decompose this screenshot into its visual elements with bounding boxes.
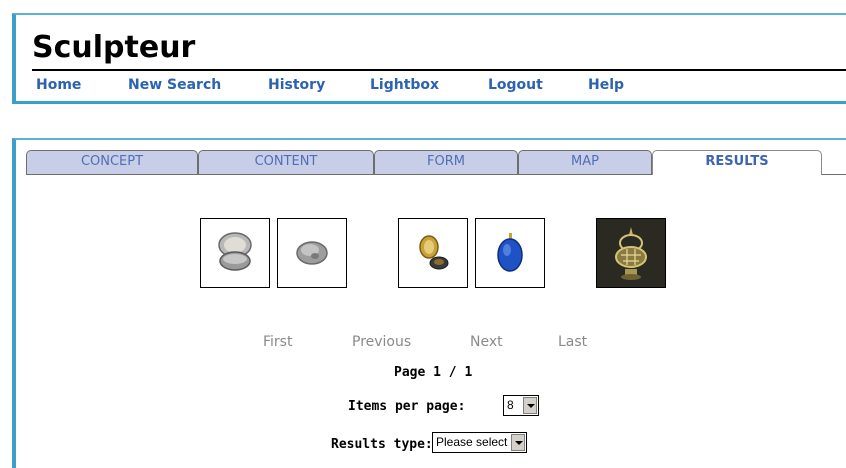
- app-logo: Sculpteur: [32, 30, 196, 65]
- pager-previous[interactable]: Previous: [352, 334, 411, 350]
- nav-new-search[interactable]: New Search: [128, 77, 268, 93]
- result-thumbnail-silver-box-closed[interactable]: [277, 218, 347, 288]
- results-type-value: Please select: [436, 435, 508, 449]
- items-per-page-label: Items per page:: [348, 399, 466, 414]
- header-divider: [32, 69, 846, 71]
- nav-help[interactable]: Help: [588, 77, 648, 93]
- tab-content[interactable]: CONTENT: [198, 150, 374, 174]
- main-nav: Home New Search History Lightbox Logout …: [36, 77, 648, 93]
- tab-bar: CONCEPT CONTENT FORM MAP RESULTS: [26, 150, 846, 175]
- tab-map[interactable]: MAP: [518, 150, 652, 174]
- pager-first[interactable]: First: [263, 334, 292, 350]
- result-thumbnail-gold-locket-open[interactable]: [398, 218, 468, 288]
- pager-last[interactable]: Last: [558, 334, 587, 350]
- results-panel: CONCEPT CONTENT FORM MAP RESULTS First P…: [12, 138, 846, 468]
- items-per-page-value: 8: [507, 398, 514, 412]
- nav-home[interactable]: Home: [36, 77, 128, 93]
- tab-concept[interactable]: CONCEPT: [26, 150, 198, 174]
- result-thumbnail-ornate-gold-vessel[interactable]: [596, 218, 666, 288]
- result-thumbnail-silver-box-open[interactable]: [200, 218, 270, 288]
- tab-form[interactable]: FORM: [374, 150, 518, 174]
- results-type-select[interactable]: Please select: [432, 432, 527, 453]
- nav-lightbox[interactable]: Lightbox: [370, 77, 488, 93]
- tab-results[interactable]: RESULTS: [652, 150, 822, 175]
- chevron-down-icon[interactable]: [523, 397, 537, 414]
- header-panel: Sculpteur Home New Search History Lightb…: [12, 13, 846, 104]
- nav-logout[interactable]: Logout: [488, 77, 588, 93]
- results-type-label: Results type:: [331, 437, 433, 452]
- items-per-page-select[interactable]: 8: [503, 395, 539, 416]
- nav-history[interactable]: History: [268, 77, 370, 93]
- pager-next[interactable]: Next: [470, 334, 503, 350]
- chevron-down-icon[interactable]: [511, 434, 525, 451]
- page-info: Page 1 / 1: [394, 365, 473, 380]
- result-thumbnail-blue-locket[interactable]: [475, 218, 545, 288]
